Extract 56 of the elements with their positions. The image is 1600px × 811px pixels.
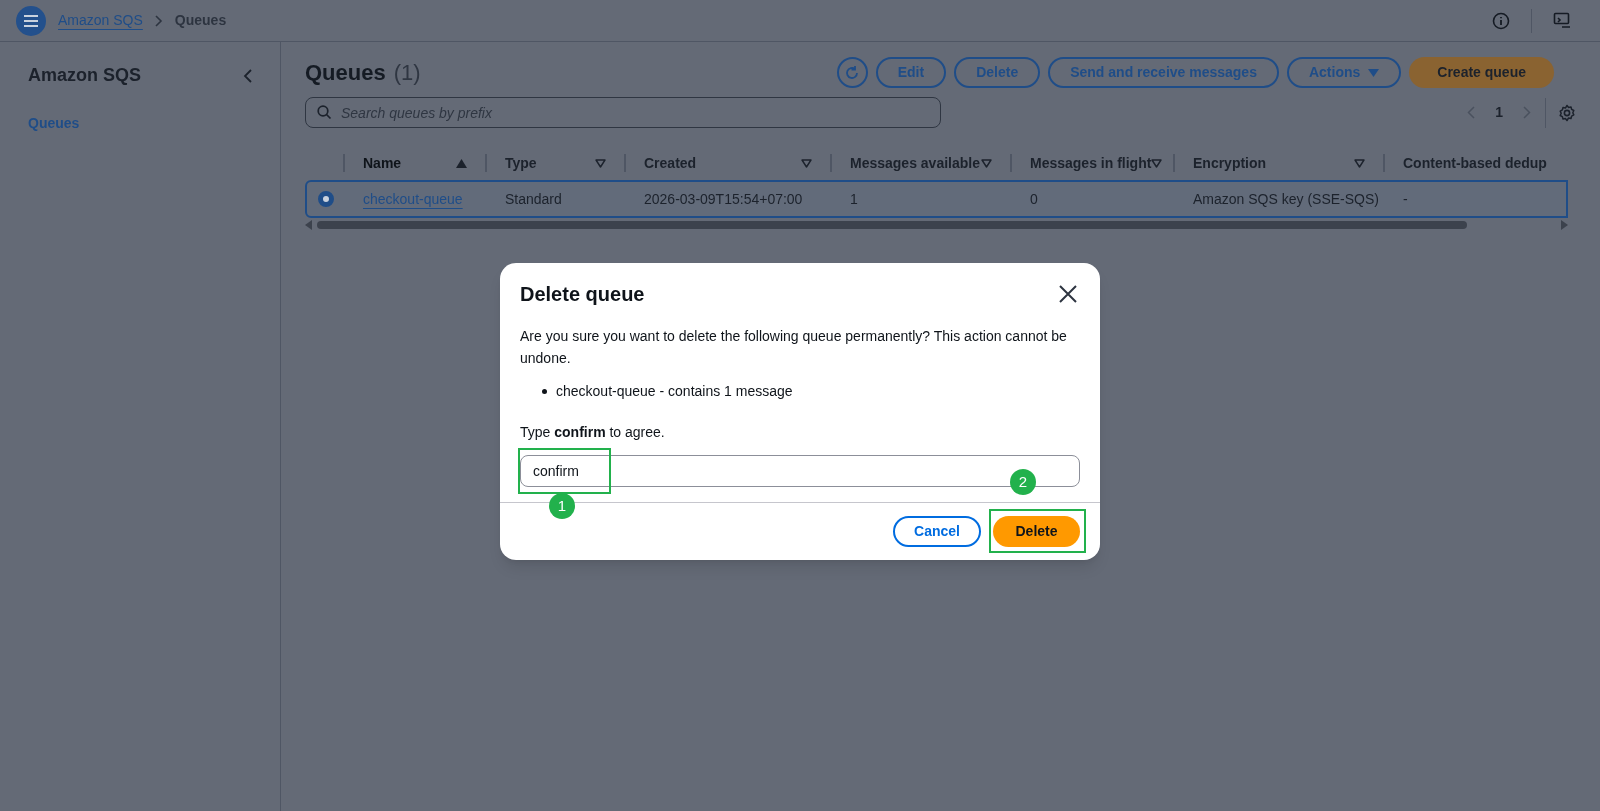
close-icon[interactable]	[1058, 284, 1078, 304]
sort-icon[interactable]	[1151, 158, 1163, 168]
table-cell: -	[1403, 191, 1408, 207]
toolbar-button[interactable]: Edit	[875, 57, 947, 88]
bullet-icon	[542, 389, 547, 394]
create-button[interactable]: Create queue	[1409, 57, 1554, 88]
chevron-right-icon	[154, 14, 163, 27]
column-header[interactable]: Created	[644, 152, 801, 174]
table-cell: 2026-03-09T15:54+07:00	[644, 191, 803, 207]
column-header[interactable]: Messages available	[850, 152, 981, 174]
breadcrumb-link[interactable]: Amazon SQS	[58, 10, 143, 31]
sort-icon[interactable]	[801, 158, 812, 168]
column-header[interactable]: Type	[505, 152, 595, 174]
sort-icon[interactable]	[595, 158, 606, 168]
caret-icon	[1368, 68, 1380, 77]
sort-ascending-icon[interactable]	[456, 158, 467, 168]
column-header[interactable]: Name	[363, 152, 456, 174]
confirm-instruction: Type confirm to agree.	[520, 423, 666, 442]
table-cell: Standard	[505, 191, 562, 207]
sidebar-title: Amazon SQS	[28, 64, 142, 87]
step-badge: 2	[1010, 469, 1036, 495]
scroll-right-icon[interactable]	[1560, 220, 1568, 230]
toolbar-button[interactable]: Delete	[954, 57, 1041, 88]
table-cell: 0	[1030, 191, 1038, 207]
sort-icon[interactable]	[981, 158, 992, 168]
dialog-message: Are you sure you want to delete the following queue permanently? This action cannot be undone.	[520, 327, 1068, 368]
refresh-button[interactable]	[836, 57, 868, 88]
actions-dropdown[interactable]: Actions	[1286, 57, 1402, 88]
dialog-title: Delete queue	[520, 282, 645, 307]
column-header[interactable]: Content-based dedup	[1403, 152, 1547, 174]
queue-link[interactable]: checkout-queue	[363, 191, 463, 207]
settings-icon[interactable]	[1558, 103, 1576, 122]
page-title: Queues	[305, 59, 386, 87]
menu-button[interactable]	[16, 5, 46, 36]
page-number[interactable]: 1	[1495, 102, 1503, 123]
column-header[interactable]: Messages in flight	[1030, 152, 1152, 174]
scroll-left-icon[interactable]	[305, 220, 313, 230]
horizontal-scrollbar[interactable]	[305, 218, 1568, 232]
sort-icon[interactable]	[1354, 158, 1365, 168]
queue-list-item: checkout-queue - contains 1 message	[556, 382, 793, 401]
search-icon	[317, 105, 332, 120]
breadcrumb-current: Queues	[174, 11, 227, 30]
menu-icon	[24, 14, 38, 27]
table-cell: 1	[850, 191, 858, 207]
cancel-button[interactable]: Cancel	[893, 516, 981, 547]
column-header[interactable]: Encryption	[1193, 152, 1354, 174]
info-icon[interactable]	[1491, 10, 1511, 31]
step-badge: 1	[549, 493, 575, 519]
sidebar-item[interactable]: Queues	[28, 113, 256, 134]
toolbar-button[interactable]: Send and receive messages	[1048, 57, 1279, 88]
delete-button[interactable]: Delete	[993, 516, 1080, 547]
table-row[interactable]: checkout-queue Standard 2026-03-09T15:54+07:00 1 0 Amazon SQS key (SSE-SQS) -	[305, 180, 1568, 218]
screen-icon[interactable]	[1552, 10, 1572, 31]
radio-button[interactable]	[318, 191, 334, 207]
refresh-icon	[844, 64, 861, 81]
table-cell: Amazon SQS key (SSE-SQS)	[1193, 191, 1379, 207]
